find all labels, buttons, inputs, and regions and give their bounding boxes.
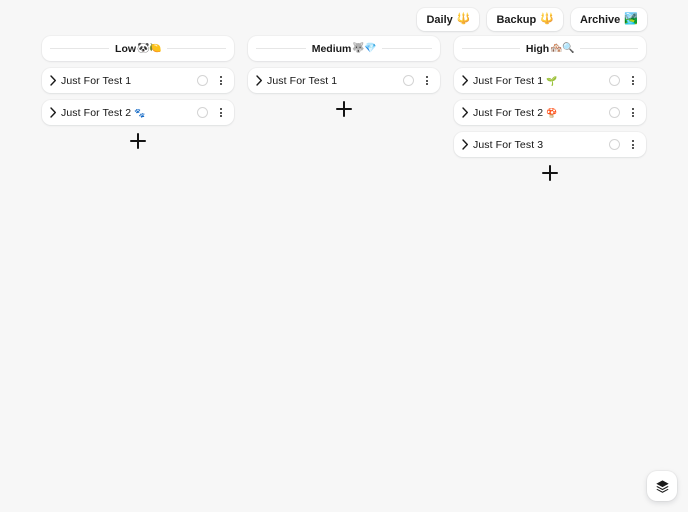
layers-icon — [655, 479, 670, 494]
card-emoji: 🌱 — [546, 75, 558, 86]
card-title-text: Just For Test 1 — [61, 74, 132, 87]
add-card-button[interactable] — [336, 101, 352, 117]
card-more-menu-icon[interactable] — [216, 106, 226, 120]
card-title-text: Just For Test 2 — [473, 106, 544, 119]
chevron-right-icon[interactable] — [461, 75, 470, 87]
card-status-circle[interactable] — [609, 75, 620, 86]
card-title: Just For Test 1 — [267, 75, 403, 87]
add-card-row-medium — [248, 96, 440, 122]
column-cards-high: Just For Test 1 🌱 Just For Test 2 🍄 Just… — [454, 68, 646, 157]
card-status-circle[interactable] — [403, 75, 414, 86]
column-title-low-text: Low — [115, 42, 137, 55]
trident-icon: 🔱 — [540, 13, 554, 25]
chevron-right-icon[interactable] — [49, 75, 58, 87]
header-rule-left — [256, 48, 306, 49]
card-title-text: Just For Test 1 — [267, 74, 338, 87]
chevron-right-icon[interactable] — [461, 107, 470, 119]
column-cards-low: Just For Test 1 Just For Test 2 🐾 — [42, 68, 234, 125]
card-status-circle[interactable] — [609, 107, 620, 118]
card[interactable]: Just For Test 2 🐾 — [42, 100, 234, 125]
column-title-high-text: High — [525, 42, 550, 55]
toolbar-button-backup-label: Backup — [496, 13, 537, 26]
column-title-medium-text: Medium — [311, 42, 352, 55]
card-title-text: Just For Test 2 — [61, 106, 132, 119]
card[interactable]: Just For Test 3 — [454, 132, 646, 157]
card-more-menu-icon[interactable] — [216, 74, 226, 88]
toolbar-button-archive-label: Archive — [579, 13, 621, 26]
card[interactable]: Just For Test 2 🍄 — [454, 100, 646, 125]
column-title-low: Low 🐼🍋 — [115, 43, 161, 55]
trident-icon: 🔱 — [456, 13, 471, 25]
landscape-icon: 🏞️ — [624, 13, 638, 25]
column-title-medium: Medium 🐺💎 — [312, 43, 377, 55]
card-more-menu-icon[interactable] — [628, 106, 638, 120]
header-rule-right — [382, 48, 433, 49]
card-title: Just For Test 1 — [61, 75, 197, 87]
card-emoji: 🍄 — [546, 107, 558, 118]
card-more-menu-icon[interactable] — [422, 74, 432, 88]
card-status-circle[interactable] — [609, 139, 620, 150]
kanban-board: Low 🐼🍋 Just For Test 1 Just For Test 2 🐾… — [42, 36, 646, 186]
layers-fab-button[interactable] — [647, 471, 677, 501]
column-medium: Medium 🐺💎 Just For Test 1 — [248, 36, 440, 186]
card-title: Just For Test 2 🍄 — [473, 107, 609, 119]
column-emoji-medium: 🐺💎 — [352, 43, 377, 54]
card-emoji: 🐾 — [134, 107, 146, 118]
card-more-menu-icon[interactable] — [628, 74, 638, 88]
column-emoji-high: 🏘️🔍 — [550, 43, 575, 54]
add-card-row-high — [454, 160, 646, 186]
add-card-row-low — [42, 128, 234, 154]
add-card-button[interactable] — [130, 133, 146, 149]
card[interactable]: Just For Test 1 — [42, 68, 234, 93]
toolbar-button-daily[interactable]: Daily 🔱 — [417, 8, 480, 31]
card-title: Just For Test 2 🐾 — [61, 107, 197, 119]
column-header-high[interactable]: High 🏘️🔍 — [454, 36, 646, 61]
header-rule-left — [50, 48, 110, 49]
chevron-right-icon[interactable] — [49, 107, 58, 119]
card-title: Just For Test 3 — [473, 139, 609, 151]
card-title-text: Just For Test 1 — [473, 74, 544, 87]
header-rule-right — [580, 48, 639, 49]
toolbar-button-daily-label: Daily — [426, 13, 453, 26]
toolbar-button-archive[interactable]: Archive 🏞️ — [570, 8, 647, 31]
column-header-low[interactable]: Low 🐼🍋 — [42, 36, 234, 61]
column-low: Low 🐼🍋 Just For Test 1 Just For Test 2 🐾 — [42, 36, 234, 186]
header-rule-right — [166, 48, 226, 49]
card-status-circle[interactable] — [197, 107, 208, 118]
card[interactable]: Just For Test 1 — [248, 68, 440, 93]
column-emoji-low: 🐼🍋 — [137, 43, 161, 54]
column-high: High 🏘️🔍 Just For Test 1 🌱 Just For Test… — [454, 36, 646, 186]
card-status-circle[interactable] — [197, 75, 208, 86]
column-cards-medium: Just For Test 1 — [248, 68, 440, 93]
header-rule-left — [462, 48, 520, 49]
toolbar-button-backup[interactable]: Backup 🔱 — [487, 8, 563, 31]
column-title-high: High 🏘️🔍 — [525, 42, 575, 55]
column-header-medium[interactable]: Medium 🐺💎 — [248, 36, 440, 61]
chevron-right-icon[interactable] — [255, 75, 264, 87]
card-more-menu-icon[interactable] — [628, 138, 638, 152]
card-title-text: Just For Test 3 — [473, 138, 544, 151]
add-card-button[interactable] — [542, 165, 558, 181]
top-toolbar: Daily 🔱 Backup 🔱 Archive 🏞️ — [417, 8, 647, 31]
card-title: Just For Test 1 🌱 — [473, 75, 609, 87]
chevron-right-icon[interactable] — [461, 139, 470, 151]
card[interactable]: Just For Test 1 🌱 — [454, 68, 646, 93]
